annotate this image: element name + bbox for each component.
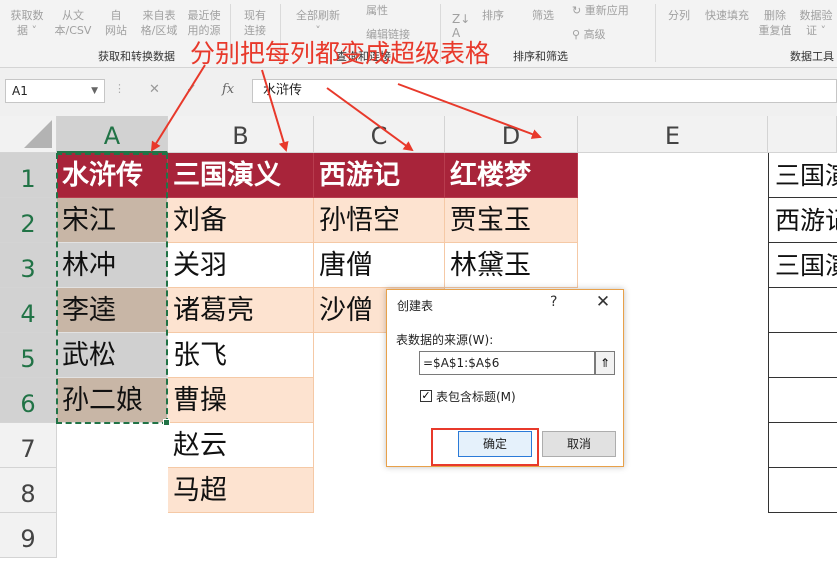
edge-cell-5[interactable] <box>768 333 837 378</box>
help-icon[interactable]: ? <box>550 294 557 310</box>
get-data-button[interactable]: 获取数据 ˅ <box>6 8 48 38</box>
cell-b7[interactable]: 赵云 <box>168 423 314 468</box>
annotation-text: 分别把每列都变成超级表格 <box>190 39 491 68</box>
table-source-label: 表数据的来源(W): <box>396 333 494 347</box>
row-header-4[interactable]: 4 <box>0 288 57 333</box>
data-tools-group-label: 数据工具 <box>790 50 834 63</box>
cell-d2[interactable]: 贾宝玉 <box>445 198 578 243</box>
reapply-label: 重新应用 <box>584 4 629 17</box>
row-header-2[interactable]: 2 <box>0 198 57 243</box>
text-to-columns-button[interactable]: 分列 <box>664 8 694 23</box>
edge-cell-7[interactable] <box>768 423 837 468</box>
row-header-5[interactable]: 5 <box>0 333 57 378</box>
cell-a6[interactable]: 孙二娘 <box>57 378 168 423</box>
has-headers-checkbox[interactable]: ✓ <box>420 390 432 402</box>
edge-cell-4[interactable] <box>768 288 837 333</box>
get-data-group-label: 获取和转换数据 <box>98 50 175 63</box>
cell-d1[interactable]: 红楼梦 <box>445 153 578 198</box>
ribbon-separator <box>655 4 656 62</box>
ok-button[interactable]: 确定 <box>458 431 532 457</box>
row-header-3[interactable]: 3 <box>0 243 57 288</box>
edge-cell-8[interactable] <box>768 468 837 513</box>
fill-handle[interactable] <box>163 419 170 426</box>
cell-b4[interactable]: 诸葛亮 <box>168 288 314 333</box>
row-header-7[interactable]: 7 <box>0 423 57 468</box>
cell-b2[interactable]: 刘备 <box>168 198 314 243</box>
column-header-c[interactable]: C <box>314 116 445 153</box>
column-header-a[interactable]: A <box>57 116 168 153</box>
cell-a3[interactable]: 林冲 <box>57 243 168 288</box>
more-options-icon: ⋮ <box>114 82 125 95</box>
insert-function-icon[interactable]: fx <box>222 82 234 97</box>
properties-button[interactable]: 属性 <box>366 2 388 18</box>
cancel-icon[interactable]: ✕ <box>149 82 160 97</box>
dialog-title: 创建表 <box>397 299 434 313</box>
name-box-value: A1 <box>12 84 28 98</box>
reapply-icon: ↻ <box>572 4 585 17</box>
cell-c3[interactable]: 唐僧 <box>314 243 445 288</box>
cell-a1[interactable]: 水浒传 <box>57 153 168 198</box>
sort-button[interactable]: 排序 <box>478 8 508 23</box>
chevron-down-icon[interactable]: ▼ <box>91 80 98 102</box>
cell-b1[interactable]: 三国演义 <box>168 153 314 198</box>
cell-a4[interactable]: 李逵 <box>57 288 168 333</box>
edge-cell-6[interactable] <box>768 378 837 423</box>
edge-cell-1[interactable]: 三国演义 <box>768 153 837 198</box>
column-header-d[interactable]: D <box>445 116 578 153</box>
row-header-1[interactable]: 1 <box>0 153 57 198</box>
from-web-button[interactable]: 自网站 <box>100 8 132 38</box>
name-box[interactable]: A1 ▼ <box>5 79 105 103</box>
cell-b5[interactable]: 张飞 <box>168 333 314 378</box>
cell-b3[interactable]: 关羽 <box>168 243 314 288</box>
advanced-label: 高级 <box>583 28 606 41</box>
cell-b8[interactable]: 马超 <box>168 468 314 513</box>
edge-cell-3[interactable]: 三国演义 <box>768 243 837 288</box>
cell-c2[interactable]: 孙悟空 <box>314 198 445 243</box>
row-header-9[interactable]: 9 <box>0 513 57 558</box>
from-table-button[interactable]: 来自表 格/区域 <box>136 8 182 38</box>
row-header-6[interactable]: 6 <box>0 378 57 423</box>
create-table-dialog: 创建表 ? ✕ 表数据的来源(W): =$A$1:$A$6 ⇑ ✓ 表包含标题(… <box>386 289 624 467</box>
flash-fill-button[interactable]: 快速填充 <box>700 8 754 23</box>
sort-group-label: 排序和筛选 <box>513 50 568 63</box>
row-header-8[interactable]: 8 <box>0 468 57 513</box>
select-all-corner[interactable] <box>0 116 57 153</box>
filter-button[interactable]: 筛选 <box>528 8 558 23</box>
cell-b6[interactable]: 曹操 <box>168 378 314 423</box>
column-header-e[interactable]: E <box>578 116 768 153</box>
advanced-icon: ⚲ <box>572 28 584 41</box>
formula-bar: A1 ▼ ⋮ ✕ ✓ fx 水浒传 <box>0 68 837 116</box>
from-csv-button[interactable]: 从文 本/CSV <box>50 8 96 38</box>
cancel-button[interactable]: 取消 <box>542 431 616 457</box>
data-validation-button[interactable]: 数据验证 ˅ <box>796 8 836 38</box>
formula-input[interactable]: 水浒传 <box>252 79 837 103</box>
edge-cell-2[interactable]: 西游记 <box>768 198 837 243</box>
column-header-b[interactable]: B <box>168 116 314 153</box>
advanced-button[interactable]: ⚲ 高级 <box>572 26 606 42</box>
cell-a2[interactable]: 宋江 <box>57 198 168 243</box>
cell-d3[interactable]: 林黛玉 <box>445 243 578 288</box>
has-headers-label[interactable]: 表包含标题(M) <box>436 388 516 405</box>
reapply-button[interactable]: ↻ 重新应用 <box>572 2 629 18</box>
enter-icon[interactable]: ✓ <box>186 82 197 97</box>
close-icon[interactable]: ✕ <box>592 292 614 312</box>
column-header-f[interactable] <box>768 116 837 153</box>
remove-duplicates-button[interactable]: 删除 重复值 <box>756 8 794 38</box>
cell-c1[interactable]: 西游记 <box>314 153 445 198</box>
collapse-dialog-icon[interactable]: ⇑ <box>595 351 615 375</box>
cell-a5[interactable]: 武松 <box>57 333 168 378</box>
table-range-input[interactable]: =$A$1:$A$6 <box>419 351 595 375</box>
